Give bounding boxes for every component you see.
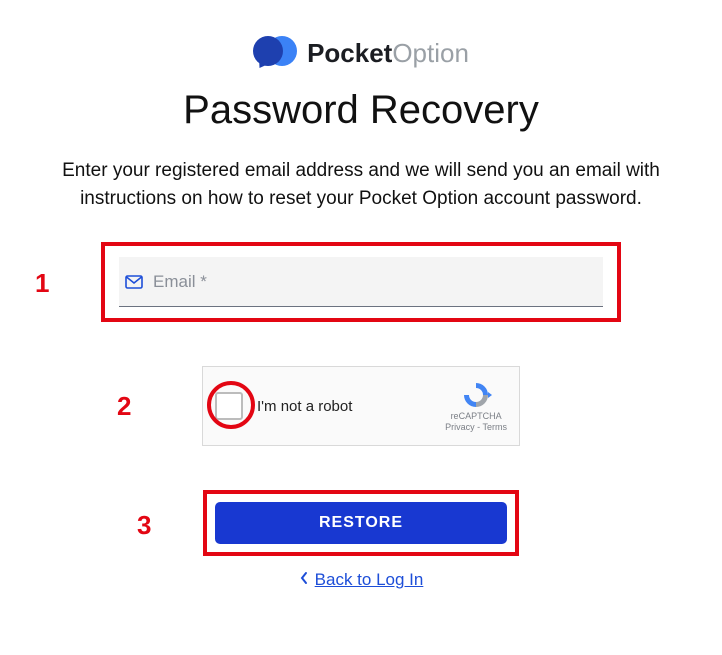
annotation-step-2: 2 xyxy=(117,391,131,422)
recaptcha-widget: 2 I'm not a robot reCAPTCHA Privacy - Te… xyxy=(202,366,520,446)
chevron-left-icon xyxy=(299,571,309,590)
page-title: Password Recovery xyxy=(30,88,692,133)
recaptcha-legal[interactable]: Privacy - Terms xyxy=(445,422,507,433)
recaptcha-brand: reCAPTCHA xyxy=(445,411,507,422)
brand-name: PocketOption xyxy=(307,38,469,69)
annotation-step-3: 3 xyxy=(137,510,151,541)
recaptcha-badge: reCAPTCHA Privacy - Terms xyxy=(445,380,507,433)
recaptcha-label: I'm not a robot xyxy=(257,398,445,415)
restore-button[interactable]: RESTORE xyxy=(215,502,507,544)
back-to-login-link[interactable]: Back to Log In xyxy=(315,570,424,590)
restore-annotation-box: 3 RESTORE xyxy=(203,490,519,556)
mail-icon xyxy=(125,275,143,289)
email-field-annotation-box: 1 Email * xyxy=(101,242,621,322)
email-input[interactable]: Email * xyxy=(119,257,603,307)
logo-icon xyxy=(253,36,297,70)
brand-name-light: Option xyxy=(392,38,469,68)
brand-name-bold: Pocket xyxy=(307,38,392,68)
recaptcha-icon xyxy=(459,380,493,410)
brand-logo: PocketOption xyxy=(30,36,692,70)
annotation-step-1: 1 xyxy=(35,268,49,299)
recaptcha-checkbox[interactable] xyxy=(215,392,243,420)
email-placeholder: Email * xyxy=(153,272,207,292)
page-subtitle: Enter your registered email address and … xyxy=(30,157,692,212)
back-to-login-row: Back to Log In xyxy=(30,570,692,590)
